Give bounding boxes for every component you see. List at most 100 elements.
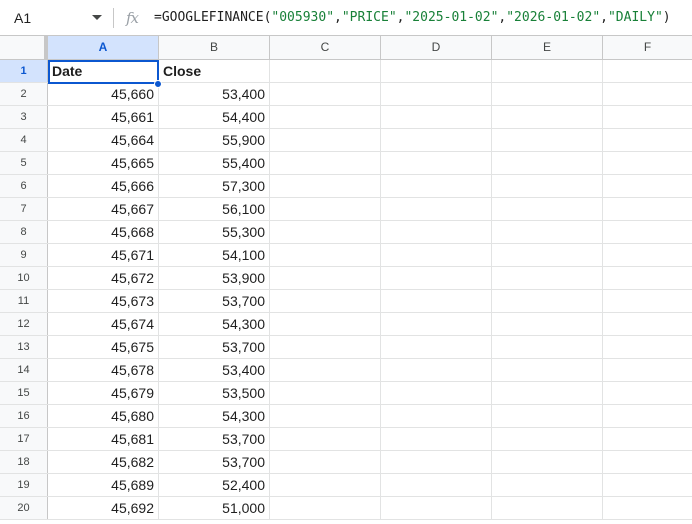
empty-cell[interactable] [270,428,381,450]
empty-cell[interactable] [603,359,692,381]
empty-cell[interactable] [381,313,492,335]
cell-close[interactable]: 53,500 [159,382,270,404]
empty-cell[interactable] [270,221,381,243]
empty-cell[interactable] [492,428,603,450]
cell-close[interactable]: 53,700 [159,336,270,358]
empty-cell[interactable] [603,152,692,174]
cell-close[interactable]: 54,100 [159,244,270,266]
empty-cell[interactable] [270,83,381,105]
empty-cell[interactable] [381,60,492,82]
empty-cell[interactable] [270,474,381,496]
empty-cell[interactable] [270,497,381,519]
empty-cell[interactable] [270,106,381,128]
empty-cell[interactable] [381,221,492,243]
cell-close[interactable]: 53,400 [159,83,270,105]
cell-date[interactable]: 45,672 [48,267,159,289]
empty-cell[interactable] [381,129,492,151]
empty-cell[interactable] [381,83,492,105]
cell-close[interactable]: 53,700 [159,428,270,450]
empty-cell[interactable] [381,336,492,358]
empty-cell[interactable] [381,198,492,220]
row-header[interactable]: 6 [0,175,48,197]
empty-cell[interactable] [603,313,692,335]
empty-cell[interactable] [381,474,492,496]
column-header-d[interactable]: D [381,36,492,59]
empty-cell[interactable] [492,221,603,243]
cell-close-header[interactable]: Close [159,60,270,82]
empty-cell[interactable] [492,244,603,266]
cell-date[interactable]: 45,689 [48,474,159,496]
cell-date[interactable]: 45,673 [48,290,159,312]
empty-cell[interactable] [603,129,692,151]
cell-close[interactable]: 55,300 [159,221,270,243]
cell-date[interactable]: 45,678 [48,359,159,381]
empty-cell[interactable] [492,106,603,128]
empty-cell[interactable] [270,405,381,427]
empty-cell[interactable] [603,83,692,105]
empty-cell[interactable] [270,60,381,82]
empty-cell[interactable] [270,244,381,266]
cell-close[interactable]: 54,400 [159,106,270,128]
column-header-e[interactable]: E [492,36,603,59]
empty-cell[interactable] [381,405,492,427]
cell-date[interactable]: 45,661 [48,106,159,128]
empty-cell[interactable] [492,497,603,519]
name-box-value[interactable]: A1 [14,10,31,26]
fill-handle[interactable] [154,80,162,88]
cell-close[interactable]: 53,900 [159,267,270,289]
row-header[interactable]: 19 [0,474,48,496]
row-header[interactable]: 11 [0,290,48,312]
empty-cell[interactable] [270,359,381,381]
cell-date[interactable]: 45,666 [48,175,159,197]
cell-date[interactable]: 45,675 [48,336,159,358]
empty-cell[interactable] [492,359,603,381]
row-header[interactable]: 13 [0,336,48,358]
empty-cell[interactable] [492,382,603,404]
empty-cell[interactable] [492,336,603,358]
empty-cell[interactable] [603,336,692,358]
empty-cell[interactable] [492,83,603,105]
cell-close[interactable]: 56,100 [159,198,270,220]
row-header[interactable]: 1 [0,60,48,82]
empty-cell[interactable] [603,198,692,220]
empty-cell[interactable] [603,428,692,450]
cell-date[interactable]: 45,679 [48,382,159,404]
empty-cell[interactable] [492,451,603,473]
cell-date[interactable]: 45,664 [48,129,159,151]
name-box[interactable]: A1 [0,0,110,35]
cell-close[interactable]: 55,400 [159,152,270,174]
empty-cell[interactable] [381,359,492,381]
empty-cell[interactable] [381,451,492,473]
empty-cell[interactable] [603,106,692,128]
empty-cell[interactable] [381,382,492,404]
empty-cell[interactable] [603,474,692,496]
cell-date-header[interactable]: Date [48,60,159,82]
empty-cell[interactable] [603,221,692,243]
empty-cell[interactable] [381,428,492,450]
empty-cell[interactable] [603,244,692,266]
cell-date[interactable]: 45,680 [48,405,159,427]
empty-cell[interactable] [603,60,692,82]
chevron-down-icon[interactable] [92,15,102,20]
empty-cell[interactable] [492,152,603,174]
empty-cell[interactable] [603,290,692,312]
empty-cell[interactable] [603,267,692,289]
empty-cell[interactable] [270,198,381,220]
empty-cell[interactable] [270,290,381,312]
empty-cell[interactable] [270,382,381,404]
cell-close[interactable]: 54,300 [159,405,270,427]
empty-cell[interactable] [381,244,492,266]
cell-close[interactable]: 53,700 [159,451,270,473]
empty-cell[interactable] [492,267,603,289]
empty-cell[interactable] [270,129,381,151]
empty-cell[interactable] [603,175,692,197]
empty-cell[interactable] [603,405,692,427]
empty-cell[interactable] [270,175,381,197]
column-header-f[interactable]: F [603,36,692,59]
empty-cell[interactable] [381,267,492,289]
cell-date[interactable]: 45,681 [48,428,159,450]
empty-cell[interactable] [270,336,381,358]
empty-cell[interactable] [381,290,492,312]
empty-cell[interactable] [270,451,381,473]
empty-cell[interactable] [603,497,692,519]
